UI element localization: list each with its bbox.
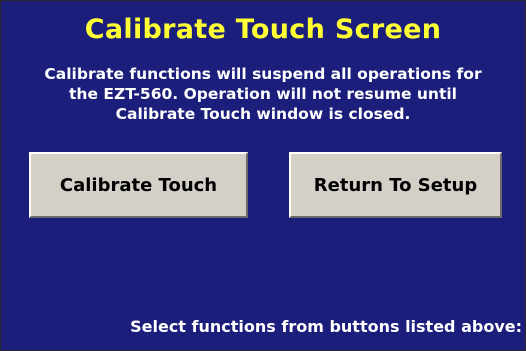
return-to-setup-button[interactable]: Return To Setup: [289, 152, 502, 218]
calibration-warning-text: Calibrate functions will suspend all ope…: [11, 64, 515, 124]
calibrate-touch-button[interactable]: Calibrate Touch: [29, 152, 248, 218]
return-to-setup-button-label: Return To Setup: [313, 174, 478, 196]
warning-line-1: Calibrate functions will suspend all ope…: [44, 65, 482, 83]
calibrate-touch-button-label: Calibrate Touch: [59, 174, 218, 196]
warning-line-2: the EZT-560. Operation will not resume u…: [69, 85, 457, 103]
page-title: Calibrate Touch Screen: [84, 14, 442, 45]
calibrate-touch-screen-panel: Calibrate Touch Screen Calibrate functio…: [0, 0, 526, 351]
warning-line-3: Calibrate Touch window is closed.: [115, 105, 411, 123]
footer-instruction: Select functions from buttons listed abo…: [130, 317, 522, 336]
